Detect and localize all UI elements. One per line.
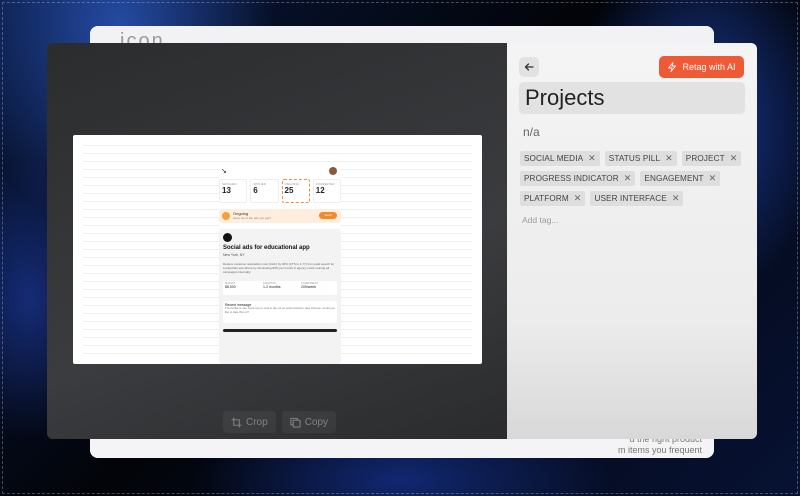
tag-chip: ENGAGEMENT ✕ xyxy=(640,171,721,186)
tag-panel: Retag with AI Projects n/a SOCIAL MEDIA … xyxy=(507,43,757,439)
title-input[interactable]: Projects xyxy=(519,82,745,114)
preview-recent-message: Recent message Then'd like to see some c… xyxy=(223,301,337,323)
back-button[interactable] xyxy=(519,57,539,77)
tag-label: STATUS PILL xyxy=(608,154,661,163)
crop-button-label: Crop xyxy=(246,416,268,428)
preview-card-logo xyxy=(223,233,232,242)
preview-phone-ui: ↘ MATCHED 13 APPLIED 6 ONGOING 25 COMPLE… xyxy=(219,163,341,364)
tag-list: SOCIAL MEDIA ✕ STATUS PILL ✕ PROJECT ✕ P… xyxy=(520,151,748,206)
subtitle-text[interactable]: n/a xyxy=(523,125,540,139)
background-bottom-strip: d the right product m items you frequent xyxy=(90,434,714,458)
preview-stat-completed: COMPLETED 12 xyxy=(312,179,341,203)
preview-phone-header: ↘ xyxy=(219,167,341,177)
image-detail-modal: ↘ MATCHED 13 APPLIED 6 ONGOING 25 COMPLE… xyxy=(47,43,757,439)
retag-with-ai-button[interactable]: Retag with AI xyxy=(659,56,744,78)
preview-ongoing-banner: Ongoing Have we of the ads you get? Send xyxy=(219,209,341,223)
remove-tag-icon[interactable]: ✕ xyxy=(709,174,717,183)
add-tag-input[interactable]: Add tag... xyxy=(522,215,558,225)
tag-label: SOCIAL MEDIA xyxy=(524,154,584,163)
tag-chip: USER INTERFACE ✕ xyxy=(590,191,684,206)
preview-card-metrics: BUDGET $8,000 DURATION 1-2 months COMMIT… xyxy=(223,281,337,295)
tag-label: PLATFORM xyxy=(524,194,569,203)
copy-icon xyxy=(290,417,301,428)
tag-label: PROGRESS INDICATOR xyxy=(524,174,619,183)
tag-chip: PROJECT ✕ xyxy=(681,151,742,166)
arrow-left-icon xyxy=(524,63,534,71)
preview-ongoing-icon xyxy=(222,212,230,220)
tag-label: PROJECT xyxy=(685,154,725,163)
preview-stat-ongoing: ONGOING 25 xyxy=(281,179,310,203)
preview-send-button: Send xyxy=(319,212,337,219)
preview-stats-row: MATCHED 13 APPLIED 6 ONGOING 25 COMPLETE… xyxy=(219,179,341,203)
copy-button-label: Copy xyxy=(304,416,329,428)
tag-chip: STATUS PILL ✕ xyxy=(604,151,677,166)
remove-tag-icon[interactable]: ✕ xyxy=(624,174,632,183)
tag-label: ENGAGEMENT xyxy=(644,174,704,183)
preview-logo-icon: ↘ xyxy=(221,168,227,175)
remove-tag-icon[interactable]: ✕ xyxy=(665,154,673,163)
tag-chip: PROGRESS INDICATOR ✕ xyxy=(520,171,636,186)
preview-screenshot[interactable]: ↘ MATCHED 13 APPLIED 6 ONGOING 25 COMPLE… xyxy=(73,135,482,364)
lightning-icon xyxy=(668,62,677,72)
crop-icon xyxy=(231,416,242,428)
tag-chip: PLATFORM ✕ xyxy=(520,191,586,206)
crop-button[interactable]: Crop xyxy=(223,411,276,433)
copy-button[interactable]: Copy xyxy=(281,411,337,433)
remove-tag-icon[interactable]: ✕ xyxy=(574,194,582,203)
preview-action-bar: Crop Copy xyxy=(223,411,337,433)
tag-chip: SOCIAL MEDIA ✕ xyxy=(520,151,600,166)
remove-tag-icon[interactable]: ✕ xyxy=(672,194,680,203)
tag-label: USER INTERFACE xyxy=(594,194,667,203)
preview-stat-applied: APPLIED 6 xyxy=(250,179,279,203)
preview-bottom-bar xyxy=(223,329,337,332)
preview-avatar xyxy=(329,167,337,175)
remove-tag-icon[interactable]: ✕ xyxy=(730,154,738,163)
remove-tag-icon[interactable]: ✕ xyxy=(588,154,596,163)
preview-project-card: Social ads for educational app New York,… xyxy=(219,229,341,364)
retag-button-label: Retag with AI xyxy=(682,62,736,72)
image-preview-area: ↘ MATCHED 13 APPLIED 6 ONGOING 25 COMPLE… xyxy=(47,43,507,439)
preview-stat-matched: MATCHED 13 xyxy=(219,179,248,203)
